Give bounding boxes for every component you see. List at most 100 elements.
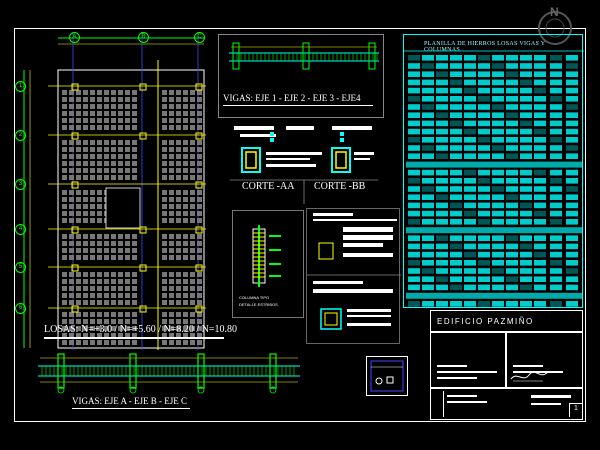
slab-block <box>183 190 188 195</box>
slab-block <box>190 190 195 195</box>
slab-block <box>190 175 195 180</box>
slab-block <box>197 211 202 216</box>
slab-block <box>162 104 167 109</box>
slab-block <box>183 97 188 102</box>
slab-block <box>183 104 188 109</box>
schedule-cell <box>520 96 532 102</box>
schedule-cell <box>492 87 504 94</box>
slab-block <box>118 118 123 123</box>
slab-block <box>183 168 188 173</box>
slab-block <box>62 140 67 145</box>
schedule-cell <box>450 284 462 291</box>
schedule-cell <box>450 260 462 266</box>
slab-block <box>97 340 102 345</box>
slab-block <box>118 241 123 246</box>
schedule-cell <box>492 145 504 151</box>
slab-block <box>69 118 74 123</box>
schedule-cell <box>408 178 420 184</box>
vigas-top-underline <box>223 105 373 106</box>
column-label-1: COLUMNA TIPO <box>239 295 270 300</box>
schedule-cell <box>422 71 434 77</box>
slab-block <box>125 241 130 246</box>
slab-block <box>111 168 116 173</box>
slab-block <box>132 111 137 116</box>
slab-block <box>104 279 109 284</box>
slab-block <box>90 97 95 102</box>
schedule-cell <box>566 284 578 291</box>
beam-elevation-top[interactable]: VIGAS: EJE 1 - EJE 2 - EJE 3 - EJE4 <box>218 34 384 118</box>
slab-block <box>169 175 174 180</box>
slab-block <box>62 175 67 180</box>
slab-block <box>169 211 174 216</box>
slab-block <box>169 248 174 253</box>
schedule-cell <box>422 79 434 86</box>
slab-block <box>176 241 181 246</box>
schedule-cell <box>506 169 518 176</box>
slab-block <box>62 340 67 345</box>
plan-column <box>195 264 203 272</box>
schedule-cell <box>450 87 462 94</box>
slab-block <box>62 168 67 173</box>
slab-block <box>197 90 202 95</box>
schedule-cell <box>566 128 578 135</box>
beam-elevation-bottom[interactable] <box>38 346 300 394</box>
schedule-cell <box>464 194 476 200</box>
schedule-cell <box>478 96 490 102</box>
slab-block <box>190 340 195 345</box>
slab-block <box>62 300 67 305</box>
slab-block <box>190 168 195 173</box>
schedule-cell <box>436 202 448 209</box>
floor-plan[interactable] <box>18 30 218 350</box>
detail-notes[interactable] <box>306 208 401 344</box>
slab-block <box>183 147 188 152</box>
slab-block <box>69 211 74 216</box>
slab-block <box>62 147 67 152</box>
rebar-schedule-table[interactable]: PLANILLA DE HIERROS LOSAS VIGAS Y COLUMN… <box>403 34 584 308</box>
schedule-cell <box>534 120 546 127</box>
schedule-cell <box>450 276 462 282</box>
schedule-cell <box>450 202 462 209</box>
schedule-cell <box>450 145 462 151</box>
schedule-cell <box>492 153 504 159</box>
building-name: EDIFICIO PAZMIÑO <box>437 317 534 326</box>
schedule-cell <box>422 284 434 291</box>
location-detail[interactable] <box>366 356 408 396</box>
schedule-cell <box>534 63 546 69</box>
schedule-cell <box>534 145 546 151</box>
schedule-cell <box>534 169 546 176</box>
schedule-cell <box>478 55 490 61</box>
schedule-cell <box>520 137 532 143</box>
slab-block <box>162 312 167 317</box>
column-detail[interactable]: COLUMNA TIPO DETALLE ESTRIBOS <box>232 210 304 318</box>
slab-block <box>76 286 81 291</box>
slab-block <box>97 272 102 277</box>
sheet-number: 1 <box>574 405 578 412</box>
slab-block <box>104 111 109 116</box>
schedule-cell <box>492 63 504 69</box>
section-cuts[interactable]: CORTE -AA CORTE -BB <box>230 120 378 204</box>
slab-block <box>169 218 174 223</box>
slab-block <box>190 111 195 116</box>
slab-block <box>90 300 95 305</box>
slab-block <box>111 104 116 109</box>
schedule-cell <box>520 284 532 291</box>
slab-block <box>183 248 188 253</box>
schedule-cell <box>550 104 562 110</box>
slab-block <box>104 140 109 145</box>
schedule-cell <box>478 87 490 94</box>
slab-block <box>176 147 181 152</box>
slab-block <box>83 234 88 239</box>
slab-block <box>69 300 74 305</box>
losas-underline <box>44 337 224 339</box>
slab-block <box>183 340 188 345</box>
schedule-cell <box>520 63 532 69</box>
schedule-cell <box>492 243 504 250</box>
slab-block <box>111 97 116 102</box>
slab-block <box>176 104 181 109</box>
slab-block <box>97 279 102 284</box>
slab-block <box>197 286 202 291</box>
slab-block <box>183 241 188 246</box>
slab-block <box>90 241 95 246</box>
schedule-cell <box>464 112 476 118</box>
slab-block <box>190 211 195 216</box>
